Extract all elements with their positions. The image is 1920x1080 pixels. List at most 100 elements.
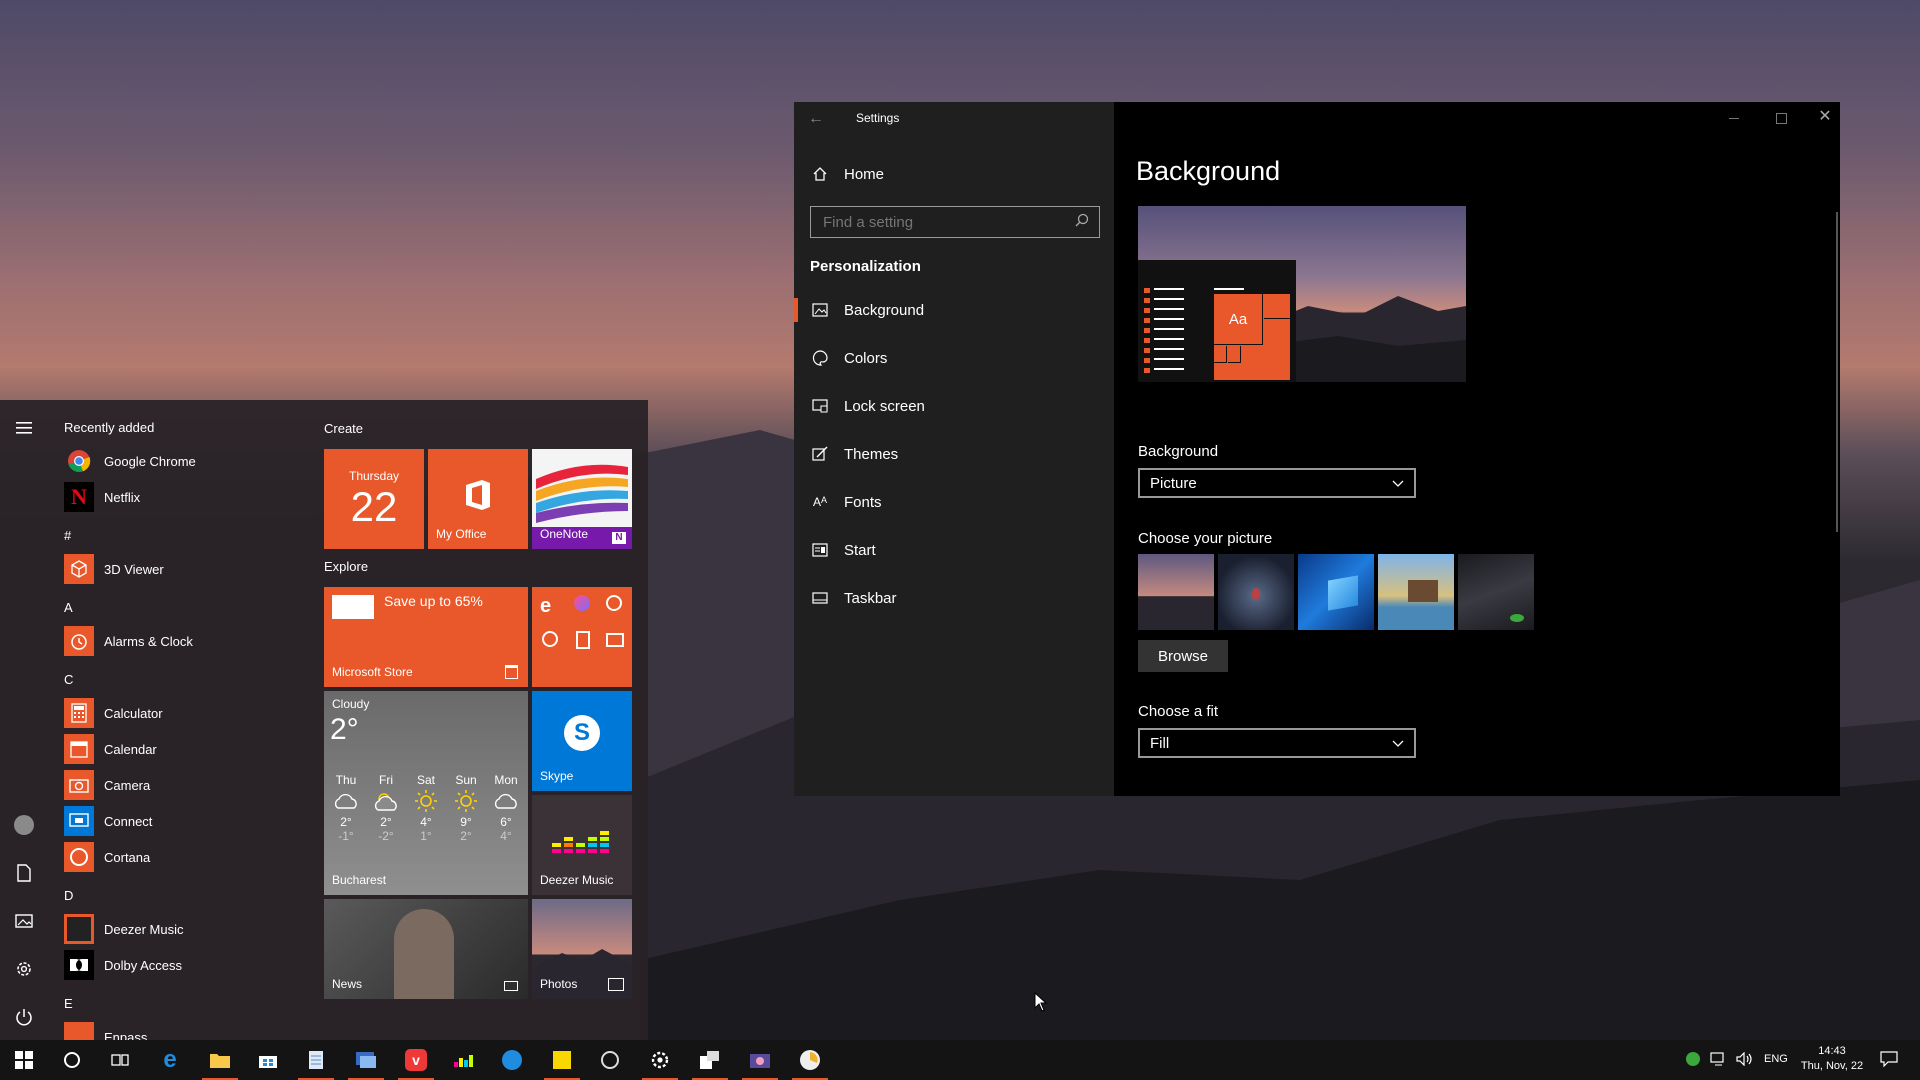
search-input[interactable] (821, 212, 1055, 232)
tile-microsoft-store[interactable]: Save up to 65% Microsoft Store (324, 587, 528, 687)
nav-themes[interactable]: Themes (794, 432, 1114, 476)
notepad-icon[interactable] (292, 1040, 340, 1080)
user-avatar-icon[interactable] (13, 814, 35, 836)
file-explorer-icon[interactable] (196, 1040, 244, 1080)
app-netflix[interactable]: N Netflix (64, 481, 294, 513)
search-icon[interactable] (1075, 213, 1089, 232)
app-google-chrome[interactable]: Google Chrome (64, 445, 294, 477)
section-letter[interactable]: C (64, 672, 73, 687)
scrollbar[interactable] (1836, 212, 1838, 532)
vivaldi-icon[interactable]: v (392, 1040, 440, 1080)
app-alarms-clock[interactable]: Alarms & Clock (64, 625, 294, 657)
action-center-icon[interactable] (1880, 1051, 1898, 1072)
tile-news[interactable]: News (324, 899, 528, 999)
nav-colors[interactable]: Colors (794, 336, 1114, 380)
taskbar: e v ENG 14:43 Thu, Nov, 22 (0, 1040, 1920, 1080)
chevron-down-icon (1392, 475, 1404, 492)
settings-taskbar-icon[interactable] (636, 1040, 684, 1080)
picture-thumbnail[interactable] (1218, 554, 1294, 630)
fit-select[interactable]: Fill (1138, 728, 1416, 758)
news-photo (394, 909, 454, 999)
section-letter[interactable]: A (64, 600, 73, 615)
edge-taskbar-icon[interactable]: e (146, 1040, 194, 1080)
tray-status-icon[interactable] (1686, 1052, 1700, 1066)
picture-thumbnail[interactable] (1298, 554, 1374, 630)
store-taskbar-icon[interactable] (244, 1040, 292, 1080)
app-circle-icon[interactable] (586, 1040, 634, 1080)
page-title: Background (1136, 156, 1281, 186)
section-letter[interactable]: D (64, 888, 73, 903)
nav-taskbar[interactable]: Taskbar (794, 576, 1114, 620)
cortana-search-icon[interactable] (48, 1040, 96, 1080)
picture-thumbnail[interactable] (1458, 554, 1534, 630)
back-arrow-icon[interactable]: ← (808, 110, 824, 128)
nav-fonts[interactable]: AA Fonts (794, 480, 1114, 524)
tile-folder-apps[interactable]: e (532, 587, 632, 687)
app-deezer-music[interactable]: Deezer Music (64, 913, 294, 945)
volume-icon[interactable] (1736, 1051, 1754, 1071)
tile-weather[interactable]: Cloudy 2° Thu 2° -1° Fri 2° -2° Sat 4° 1… (324, 691, 528, 895)
cube-icon (64, 554, 94, 584)
windows-start-icon[interactable] (0, 1040, 48, 1080)
clock[interactable]: 14:43 Thu, Nov, 22 (1796, 1044, 1868, 1074)
settings-gear-icon[interactable] (13, 958, 35, 980)
network-icon[interactable] (1710, 1052, 1728, 1071)
photos-icon (608, 978, 624, 991)
clock-app-icon[interactable] (786, 1040, 834, 1080)
palette-icon (810, 350, 830, 366)
title-bar[interactable]: ← Settings ✕ (794, 102, 1840, 134)
task-view-icon[interactable] (96, 1040, 144, 1080)
section-letter[interactable]: # (64, 528, 71, 543)
tile-calendar[interactable]: Thursday 22 (324, 449, 424, 549)
group-explore-heading[interactable]: Explore (324, 559, 368, 574)
selected-indicator (794, 298, 798, 322)
app-label: Netflix (104, 489, 141, 505)
group-create-heading[interactable]: Create (324, 421, 363, 436)
pictures-icon[interactable] (13, 910, 35, 932)
power-icon[interactable] (13, 1006, 35, 1028)
nav-background[interactable]: Background (794, 288, 1114, 332)
tile-photos[interactable]: Photos (532, 899, 632, 999)
tile-label: Microsoft Store (332, 665, 413, 679)
app-3d-viewer[interactable]: 3D Viewer (64, 553, 294, 585)
deezer-icon (64, 914, 94, 944)
minimize-icon[interactable] (1719, 108, 1749, 128)
enpass-icon (64, 1022, 94, 1040)
nav-start[interactable]: Start (794, 528, 1114, 572)
app-enpass[interactable]: Enpass (64, 1021, 294, 1040)
hamburger-icon[interactable] (13, 417, 35, 439)
close-icon[interactable]: ✕ (1810, 106, 1840, 128)
tile-skype[interactable]: S Skype (532, 691, 632, 791)
maximize-icon[interactable] (1766, 108, 1796, 128)
tile-onenote[interactable]: OneNote N (532, 449, 632, 549)
browse-button[interactable]: Browse (1138, 640, 1228, 672)
app-calculator[interactable]: Calculator (64, 697, 294, 729)
app-connect[interactable]: Connect (64, 805, 294, 837)
picture-thumbnail[interactable] (1378, 554, 1454, 630)
section-letter[interactable]: E (64, 996, 73, 1011)
app-dolby-access[interactable]: Dolby Access (64, 949, 294, 981)
app-calendar[interactable]: Calendar (64, 733, 294, 765)
forecast-low: 2° (460, 829, 472, 843)
documents-icon[interactable] (13, 862, 35, 884)
picture-thumbnail[interactable] (1138, 554, 1214, 630)
app-camera[interactable]: Camera (64, 769, 294, 801)
remote-desktop-icon[interactable] (342, 1040, 390, 1080)
tile-my-office[interactable]: My Office (428, 449, 528, 549)
language-indicator[interactable]: ENG (1764, 1053, 1788, 1065)
feedback-hub-icon[interactable] (686, 1040, 734, 1080)
tile-deezer[interactable]: Deezer Music (532, 795, 632, 895)
nav-home[interactable]: Home (794, 152, 1114, 196)
search-box[interactable] (810, 206, 1100, 238)
snip-tool-icon[interactable] (736, 1040, 784, 1080)
app-cortana[interactable]: Cortana (64, 841, 294, 873)
mail-taskbar-icon[interactable] (488, 1040, 536, 1080)
deezer-taskbar-icon[interactable] (440, 1040, 488, 1080)
nav-lock-screen[interactable]: Lock screen (794, 384, 1114, 428)
sun-cloud-icon (367, 787, 405, 815)
background-select[interactable]: Picture (1138, 468, 1416, 498)
movies-icon (606, 633, 624, 647)
sticky-notes-icon[interactable] (538, 1040, 586, 1080)
category-heading: Personalization (810, 258, 921, 275)
forecast-day-name: Sun (455, 773, 477, 787)
